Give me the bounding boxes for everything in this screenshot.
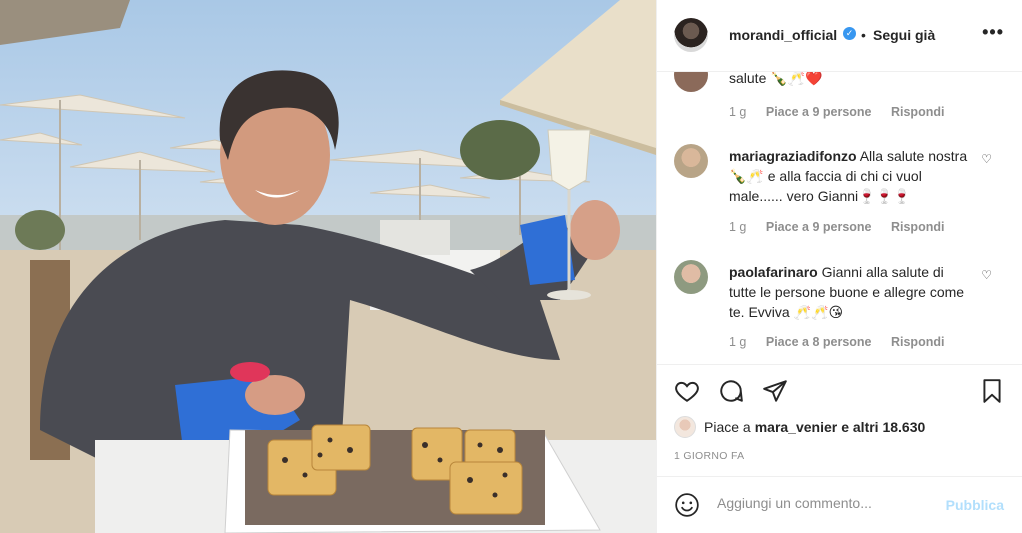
comments-list[interactable]: salute 🍾🥂❤️ 1 g Piace a 9 persone Rispon… [657,72,1022,364]
comment-time[interactable]: 1 g [729,220,746,234]
author-username[interactable]: morandi_official [729,27,837,43]
comment-avatar[interactable] [674,260,708,294]
comment-meta: 1 g Piace a 9 persone Rispondi [729,220,960,234]
comment-username[interactable]: paolafarinaro [729,264,818,280]
publish-button[interactable]: Pubblica [946,497,1004,513]
follow-status-button[interactable]: Segui già [873,27,935,43]
heart-icon[interactable] [674,378,700,409]
reply-button[interactable]: Rispondi [891,335,944,349]
header-separator: • [861,27,866,43]
comment-likes[interactable]: Piace a 9 persone [766,220,872,234]
liker-avatar[interactable] [674,416,696,438]
emoji-icon[interactable] [674,492,700,523]
paper-plane-icon[interactable] [762,378,788,409]
reply-button[interactable]: Rispondi [891,220,944,234]
photo-illustration [0,0,656,533]
add-comment-bar: Pubblica [657,476,1022,533]
bookmark-icon[interactable] [979,378,1005,409]
comment-avatar[interactable] [674,144,708,178]
likes-summary: Piace a mara_venier e altri 18.630 [674,416,929,438]
comment-meta: 1 g Piace a 8 persone Rispondi [729,335,960,349]
more-options-icon[interactable]: ••• [982,22,1004,43]
comment-like-heart-icon[interactable]: ♡ [981,268,992,282]
instagram-post: morandi_official ✓ • Segui già ••• salut… [0,0,1022,533]
liker-username[interactable]: mara_venier [755,419,838,435]
comment-likes[interactable]: Piace a 9 persone [766,105,872,119]
comment-likes[interactable]: Piace a 8 persone [766,335,872,349]
comment-text: paolafarinaro Gianni alla salute di tutt… [729,264,965,320]
post-sidebar: morandi_official ✓ • Segui già ••• salut… [656,0,1022,533]
post-photo[interactable] [0,0,656,533]
comment-icon[interactable] [718,378,744,409]
add-comment-input[interactable] [717,495,917,511]
post-header: morandi_official ✓ • Segui già ••• [657,0,1022,72]
comment-text: salute 🍾🥂❤️ [729,72,823,86]
post-actions [657,364,1022,420]
post-date[interactable]: 1 GIORNO FA [674,450,744,462]
comment-avatar[interactable] [674,72,708,92]
avatar[interactable] [674,18,708,52]
verified-badge-icon: ✓ [843,27,856,40]
likes-count[interactable]: e altri 18.630 [841,419,925,435]
comment-text: mariagraziadifonzo Alla salute nostra 🍾🥂… [729,148,968,204]
comment-username[interactable]: mariagraziadifonzo [729,148,857,164]
comment-time[interactable]: 1 g [729,335,746,349]
reply-button[interactable]: Rispondi [891,105,944,119]
comment-time[interactable]: 1 g [729,105,746,119]
comment-like-heart-icon[interactable]: ♡ [981,152,992,166]
comment-meta: 1 g Piace a 9 persone Rispondi [729,105,960,119]
